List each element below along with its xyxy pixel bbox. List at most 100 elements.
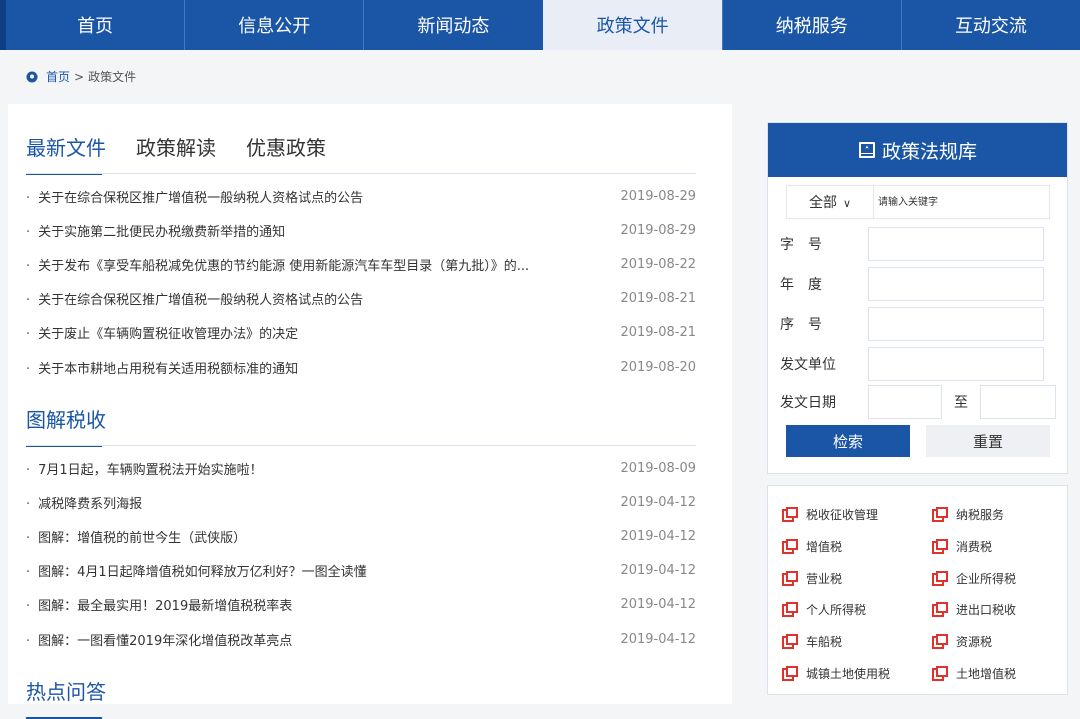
- category-label: 税收征收管理: [806, 508, 879, 522]
- document-icon: [782, 634, 798, 649]
- section-title-tax-graphics[interactable]: 图解税收: [26, 404, 106, 447]
- document-icon: [782, 666, 798, 681]
- category-label: 个人所得税: [806, 603, 867, 617]
- category-label: 营业税: [806, 572, 843, 586]
- category-link[interactable]: 企业所得税: [932, 570, 1016, 587]
- keyword-input[interactable]: [873, 186, 1049, 218]
- document-icon: [932, 602, 948, 617]
- year-input[interactable]: [868, 267, 1044, 301]
- tab-preferential-policy[interactable]: 优惠政策: [246, 132, 326, 175]
- breadcrumb-current: 政策文件: [88, 70, 137, 84]
- sequence-input[interactable]: [868, 307, 1044, 341]
- chevron-down-icon: ∨: [842, 197, 852, 210]
- section-title-hot-qa[interactable]: 热点问答: [26, 676, 106, 719]
- category-label: 资源税: [956, 635, 993, 649]
- main-content: 最新文件 政策解读 优惠政策 关于在综合保税区推广增值税一般纳税人资格试点的公告…: [8, 104, 732, 719]
- date-to-input[interactable]: [980, 385, 1056, 419]
- document-tabs: 最新文件 政策解读 优惠政策: [26, 132, 326, 175]
- category-link[interactable]: 资源税: [932, 633, 992, 650]
- nav-policy-documents[interactable]: 政策文件: [542, 0, 722, 50]
- top-nav: 首页 信息公开 新闻动态 政策文件 纳税服务 互动交流: [0, 0, 1080, 50]
- issuer-row: 发文单位: [780, 347, 1044, 381]
- year-row: 年 度: [780, 267, 1044, 301]
- list-item[interactable]: 关于在综合保税区推广增值税一般纳税人资格试点的公告 2019-08-29: [26, 179, 696, 213]
- date-from-input[interactable]: [868, 385, 942, 419]
- list-item-title[interactable]: 关于本市耕地占用税有关适用税额标准的通知: [26, 358, 298, 377]
- list-item-title[interactable]: 图解：增值税的前世今生（武侠版）: [26, 527, 246, 546]
- section-divider: [26, 445, 696, 446]
- tab-policy-interpretation[interactable]: 政策解读: [136, 132, 216, 175]
- list-item[interactable]: 图解：最全最实用！2019最新增值税税率表 2019-04-12: [26, 588, 696, 622]
- list-item-date: 2019-04-12: [620, 528, 696, 544]
- document-icon: [932, 666, 948, 681]
- list-item-title[interactable]: 7月1日起，车辆购置税法开始实施啦！: [26, 459, 263, 478]
- list-item[interactable]: 关于本市耕地占用税有关适用税额标准的通知 2019-08-20: [26, 350, 696, 384]
- list-item-title[interactable]: 图解：最全最实用！2019最新增值税税率表: [26, 595, 292, 614]
- list-item-date: 2019-08-29: [620, 188, 696, 204]
- list-item-title[interactable]: 关于发布《享受车船税减免优惠的节约能源 使用新能源汽车车型目录（第九批）》的..…: [26, 255, 529, 274]
- category-link[interactable]: 纳税服务: [932, 506, 1004, 523]
- breadcrumb-home-link[interactable]: 首页: [46, 68, 70, 85]
- book-icon: [858, 142, 875, 158]
- issue-date-row: 发文日期 至: [780, 385, 1056, 419]
- search-panel-title: 政策法规库: [881, 140, 977, 163]
- category-link[interactable]: 城镇土地使用税: [782, 665, 890, 682]
- list-item-title[interactable]: 关于在综合保税区推广增值税一般纳税人资格试点的公告: [26, 187, 363, 206]
- keyword-search-row: 全部 ∨: [786, 185, 1050, 219]
- document-icon: [932, 507, 948, 522]
- category-label: 城镇土地使用税: [806, 667, 891, 681]
- nav-interaction[interactable]: 互动交流: [900, 0, 1080, 50]
- list-item[interactable]: 减税降费系列海报 2019-04-12: [26, 485, 696, 519]
- category-label: 消费税: [956, 540, 993, 554]
- list-item[interactable]: 7月1日起，车辆购置税法开始实施啦！ 2019-08-09: [26, 451, 696, 485]
- list-item-date: 2019-04-12: [620, 631, 696, 647]
- list-item-date: 2019-08-29: [620, 222, 696, 238]
- list-item-title[interactable]: 关于实施第二批便民办税缴费新举措的通知: [26, 221, 285, 240]
- reset-button[interactable]: 重置: [926, 425, 1050, 457]
- issuer-input[interactable]: [868, 347, 1044, 381]
- list-item[interactable]: 关于在综合保税区推广增值税一般纳税人资格试点的公告 2019-08-21: [26, 282, 696, 316]
- list-item-title[interactable]: 关于在综合保税区推广增值税一般纳税人资格试点的公告: [26, 289, 363, 308]
- nav-home[interactable]: 首页: [0, 0, 184, 50]
- list-item[interactable]: 图解：增值税的前世今生（武侠版） 2019-04-12: [26, 519, 696, 553]
- list-item-title[interactable]: 图解：一图看懂2019年深化增值税改革亮点: [26, 630, 292, 649]
- category-link[interactable]: 车船税: [782, 633, 842, 650]
- category-label: 车船税: [806, 635, 843, 649]
- category-link[interactable]: 土地增值税: [932, 665, 1016, 682]
- list-item-title[interactable]: 关于废止《车辆购置税征收管理办法》的决定: [26, 323, 298, 342]
- tabs-divider: [26, 173, 696, 174]
- nav-news[interactable]: 新闻动态: [363, 0, 542, 50]
- list-item[interactable]: 图解：4月1日起降增值税如何释放万亿利好？一图全读懂 2019-04-12: [26, 554, 696, 588]
- date-range-separator: 至: [954, 395, 968, 411]
- category-link[interactable]: 个人所得税: [782, 601, 866, 618]
- list-item[interactable]: 关于废止《车辆购置税征收管理办法》的决定 2019-08-21: [26, 316, 696, 350]
- list-item-title[interactable]: 减税降费系列海报: [26, 493, 142, 512]
- category-link[interactable]: 营业税: [782, 570, 842, 587]
- category-label: 纳税服务: [956, 508, 1005, 522]
- scope-dropdown-value: 全部: [808, 195, 837, 211]
- category-link[interactable]: 消费税: [932, 538, 992, 555]
- category-link[interactable]: 税收征收管理: [782, 506, 878, 523]
- list-item[interactable]: 关于发布《享受车船税减免优惠的节约能源 使用新能源汽车车型目录（第九批）》的..…: [26, 247, 696, 281]
- breadcrumb-separator: >: [74, 69, 85, 84]
- document-icon: [932, 539, 948, 554]
- category-label: 增值税: [806, 540, 843, 554]
- breadcrumb: 首页 > 政策文件: [26, 68, 136, 85]
- list-item[interactable]: 关于实施第二批便民办税缴费新举措的通知 2019-08-29: [26, 213, 696, 247]
- sequence-row: 序 号: [780, 307, 1044, 341]
- tab-latest-documents[interactable]: 最新文件: [26, 132, 106, 175]
- scope-dropdown[interactable]: 全部 ∨: [787, 192, 873, 212]
- category-link[interactable]: 进出口税收: [932, 601, 1016, 618]
- latest-documents-list: 关于在综合保税区推广增值税一般纳税人资格试点的公告 2019-08-29 关于实施…: [26, 179, 696, 384]
- list-item[interactable]: 图解：一图看懂2019年深化增值税改革亮点 2019-04-12: [26, 622, 696, 656]
- document-icon: [782, 507, 798, 522]
- nav-tax-service[interactable]: 纳税服务: [721, 0, 901, 50]
- doc-number-input[interactable]: [868, 227, 1044, 261]
- search-button[interactable]: 检索: [786, 425, 910, 457]
- list-item-date: 2019-08-20: [620, 359, 696, 375]
- category-link[interactable]: 增值税: [782, 538, 842, 555]
- list-item-date: 2019-04-12: [620, 563, 696, 579]
- issue-date-label: 发文日期: [780, 395, 836, 411]
- nav-info-disclosure[interactable]: 信息公开: [184, 0, 363, 50]
- list-item-title[interactable]: 图解：4月1日起降增值税如何释放万亿利好？一图全读懂: [26, 561, 367, 580]
